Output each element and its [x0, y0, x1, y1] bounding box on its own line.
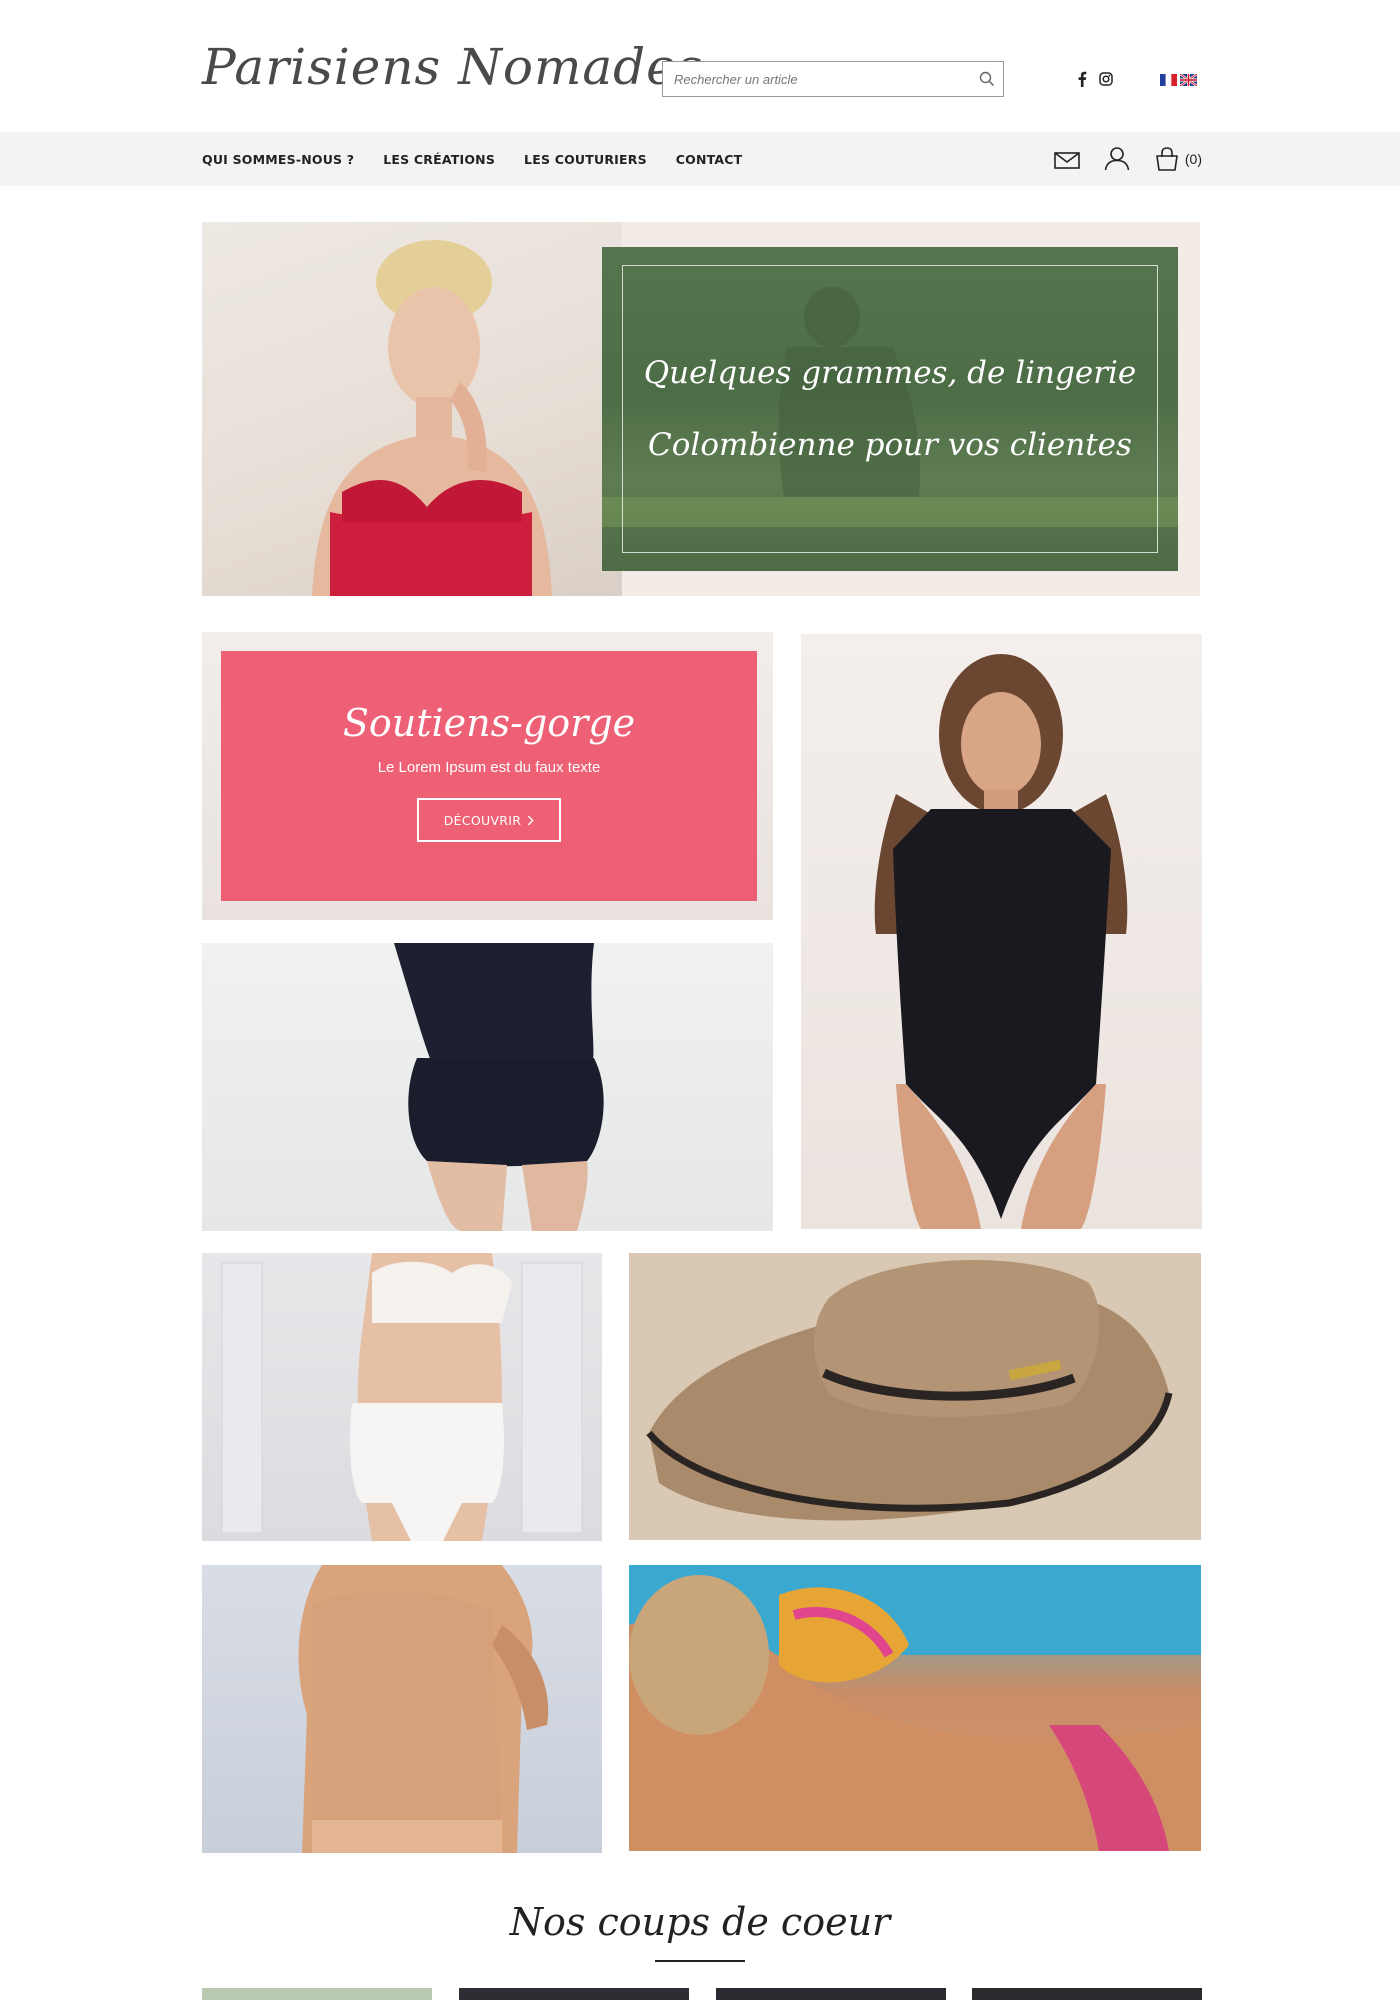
category-tile-hats[interactable]: [629, 1253, 1201, 1540]
favorites-section-title: Nos coups de coeur: [509, 1900, 891, 1944]
bra-promo-title: Soutiens-gorge: [342, 701, 636, 745]
facebook-icon[interactable]: [1074, 70, 1090, 88]
category-tile-bras[interactable]: Soutiens-gorge Le Lorem Ipsum est du fau…: [202, 632, 773, 920]
bra-promo-overlay: Soutiens-gorge Le Lorem Ipsum est du fau…: [221, 651, 757, 901]
hat-photo: [629, 1253, 1201, 1540]
category-tile-swimwear[interactable]: [629, 1565, 1201, 1851]
hero-headline-line2: Colombienne pour vos clientes: [648, 427, 1132, 463]
search-box[interactable]: [662, 61, 1004, 97]
shopping-bag-icon: [1153, 146, 1181, 172]
site-logo[interactable]: Parisiens Nomades: [202, 38, 703, 96]
hero-headline-line1: Quelques grammes, de lingerie: [643, 355, 1137, 391]
bodysuit-photo: [874, 654, 1128, 1229]
nav-actions: (0): [1053, 146, 1202, 172]
cart-count: (0): [1184, 151, 1202, 167]
social-links: [1074, 70, 1114, 88]
discover-button-label: DÉCOUVRIR: [443, 812, 522, 828]
flag-uk-icon[interactable]: [1179, 73, 1198, 87]
hero-banner[interactable]: Quelques grammes, de lingerie Colombienn…: [202, 222, 1200, 596]
shapewear-photo: [298, 1565, 549, 1853]
chevron-right-icon: [528, 815, 534, 825]
category-tile-bodysuits[interactable]: [801, 634, 1202, 1229]
nav-item-creations[interactable]: LES CRÉATIONS: [383, 152, 495, 167]
mail-icon[interactable]: [1053, 146, 1081, 172]
shorts-photo: [394, 943, 604, 1231]
nav-menu: QUI SOMMES-NOUS ? LES CRÉATIONS LES COUT…: [202, 132, 742, 186]
bra-promo-subtitle: Le Lorem Ipsum est du faux texte: [377, 759, 601, 776]
search-input[interactable]: [663, 62, 963, 96]
discover-button[interactable]: DÉCOUVRIR: [417, 798, 561, 842]
cart-button[interactable]: (0): [1153, 146, 1202, 172]
site-header: Parisiens Nomades: [0, 0, 1400, 132]
category-tile-shapewear[interactable]: [202, 1565, 602, 1853]
product-card[interactable]: [716, 1988, 946, 2000]
language-switcher: [1160, 73, 1198, 87]
nav-item-contact[interactable]: CONTACT: [676, 152, 743, 167]
nav-item-couturiers[interactable]: LES COUTURIERS: [524, 152, 647, 167]
category-tile-shorts[interactable]: [202, 943, 773, 1231]
swimwear-photo: [629, 1565, 1201, 1851]
product-card[interactable]: [972, 1988, 1202, 2000]
user-icon[interactable]: [1103, 146, 1131, 172]
product-card[interactable]: [202, 1988, 432, 2000]
hero-model-photo: [202, 222, 622, 596]
category-tile-white-lingerie[interactable]: [202, 1253, 602, 1541]
product-card[interactable]: [459, 1988, 689, 2000]
flag-fr-icon[interactable]: [1160, 73, 1177, 86]
hero-overlay: Quelques grammes, de lingerie Colombienn…: [602, 247, 1178, 571]
search-icon[interactable]: [979, 71, 995, 87]
instagram-icon[interactable]: [1098, 70, 1114, 88]
section-title-underline: [655, 1960, 745, 1962]
white-lingerie-photo: [221, 1253, 583, 1541]
main-navbar: QUI SOMMES-NOUS ? LES CRÉATIONS LES COUT…: [0, 132, 1400, 186]
nav-item-about[interactable]: QUI SOMMES-NOUS ?: [202, 152, 354, 167]
hero-text-frame: Quelques grammes, de lingerie Colombienn…: [622, 265, 1158, 553]
